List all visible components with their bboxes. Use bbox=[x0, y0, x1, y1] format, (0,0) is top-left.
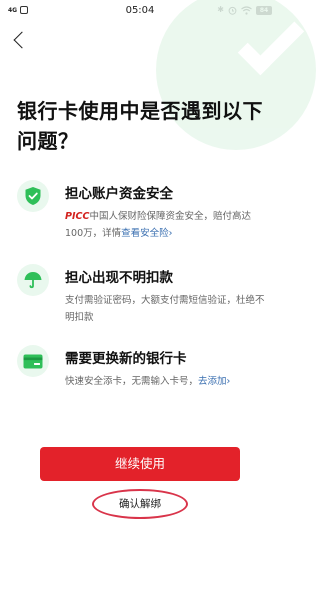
shield-check-icon bbox=[17, 180, 49, 212]
continue-using-button[interactable]: 继续使用 bbox=[40, 447, 240, 481]
feature-title: 需要更换新的银行卡 bbox=[65, 351, 187, 367]
feature-title: 担心账户资金安全 bbox=[65, 186, 173, 202]
back-button[interactable] bbox=[8, 28, 31, 52]
feature-description-text: 快速安全添卡，无需输入卡号， bbox=[65, 376, 199, 387]
chevron-right-icon: › bbox=[226, 376, 231, 387]
watermark-check-icon bbox=[237, 8, 305, 76]
annotation-circle: 确认解绑 bbox=[92, 489, 188, 519]
back-chevron-icon bbox=[13, 31, 31, 49]
bank-card-icon bbox=[17, 345, 49, 377]
confirm-unbind-button[interactable]: 确认解绑 bbox=[94, 491, 186, 517]
add-card-link[interactable]: 去添加 bbox=[198, 376, 227, 387]
feature-description: 支付需验证密码，大额支付需短信验证，杜绝不明扣款 bbox=[65, 295, 265, 323]
view-insurance-link[interactable]: 查看安全险 bbox=[121, 228, 169, 239]
chevron-right-icon: › bbox=[168, 228, 173, 239]
feature-description: PICC中国人保财险保障资金安全，赔付高达100万，详情查看安全险› bbox=[65, 208, 267, 242]
page-title: 银行卡使用中是否遇到以下问题？ bbox=[17, 99, 263, 153]
feature-description: 快速安全添卡，无需输入卡号，去添加› bbox=[65, 373, 267, 390]
feature-title: 担心出现不明扣款 bbox=[65, 270, 173, 286]
picc-logo: PICC bbox=[65, 211, 90, 222]
umbrella-icon bbox=[17, 264, 49, 296]
